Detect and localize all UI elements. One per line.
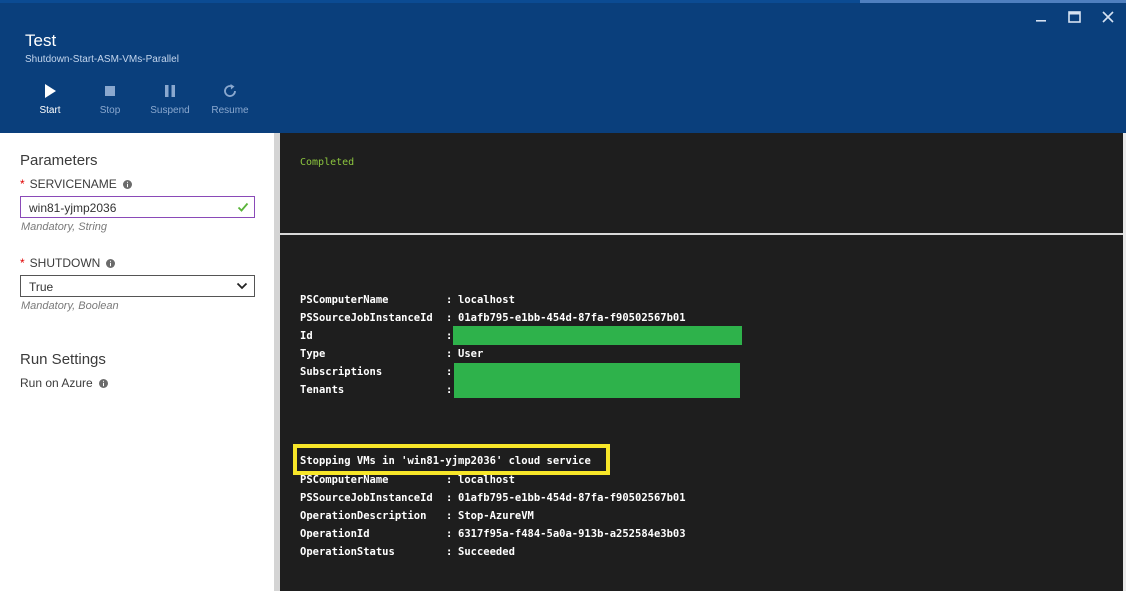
chevron-down-icon (236, 282, 248, 290)
stop-label: Stop (99, 105, 121, 116)
stop-icon (105, 86, 115, 96)
required-marker: * (20, 256, 25, 270)
minimize-button[interactable] (1031, 7, 1051, 27)
output-line: Type: User (300, 348, 484, 360)
output-line: OperationStatus: Succeeded (300, 546, 515, 558)
resume-label: Resume (211, 105, 249, 116)
check-icon (237, 202, 249, 212)
run-settings-heading: Run Settings (20, 351, 106, 368)
suspend-label: Suspend (150, 105, 190, 116)
refresh-icon (224, 84, 236, 97)
resume-button[interactable]: Resume (200, 80, 260, 116)
shutdown-label: SHUTDOWN (29, 256, 101, 270)
maximize-button[interactable] (1064, 7, 1084, 27)
minimize-icon (1036, 20, 1046, 22)
output-line: PSSourceJobInstanceId:01afb795-e1bb-454d… (300, 312, 686, 324)
output-line: Tenants: (300, 384, 453, 396)
start-button[interactable]: Start (20, 80, 80, 116)
stop-message: Stopping VMs in 'win81-yjmp2036' cloud s… (300, 455, 591, 467)
run-on-label: Run on Azure (20, 376, 93, 390)
shutdown-select[interactable]: True (20, 275, 255, 297)
maximize-icon (1067, 11, 1081, 23)
play-icon (45, 84, 56, 98)
servicename-value: win81-yjmp2036 (29, 201, 117, 215)
suspend-button[interactable]: Suspend (140, 80, 200, 116)
servicename-hint: Mandatory, String (21, 221, 108, 233)
start-label: Start (39, 105, 61, 116)
pause-icon (165, 85, 175, 97)
blade-title: Test (25, 31, 57, 50)
blade-subtitle: Shutdown-Start-ASM-VMs-Parallel (25, 54, 179, 65)
output-line: PSComputerName: localhost (300, 294, 515, 306)
output-line: OperationDescription: Stop-AzureVM (300, 510, 534, 522)
info-icon[interactable] (98, 378, 108, 388)
redaction-subscriptions (454, 363, 740, 398)
job-status: Completed (300, 157, 355, 168)
parameters-heading: Parameters (20, 152, 98, 169)
required-marker: * (20, 177, 25, 191)
output-line: OperationId:6317f95a-f484-5a0a-913b-a252… (300, 528, 686, 540)
output-status-pane (280, 133, 1126, 233)
info-icon[interactable] (106, 258, 116, 268)
output-line: PSSourceJobInstanceId:01afb795-e1bb-454d… (300, 492, 686, 504)
run-on-azure-row: Run on Azure (20, 376, 108, 390)
shutdown-hint: Mandatory, Boolean (21, 300, 119, 312)
output-line: Id: (300, 330, 453, 342)
servicename-input[interactable]: win81-yjmp2036 (20, 196, 255, 218)
servicename-label-row: * SERVICENAME (20, 177, 132, 191)
output-line: PSComputerName: localhost (300, 474, 515, 486)
output-line: Subscriptions: (300, 366, 453, 378)
servicename-label: SERVICENAME (29, 177, 117, 191)
stop-button[interactable]: Stop (80, 80, 140, 116)
close-icon (1102, 11, 1114, 23)
redaction-id (453, 326, 742, 345)
close-button[interactable] (1098, 7, 1118, 27)
header-top-accent (860, 0, 1126, 3)
blade-header: Test Shutdown-Start-ASM-VMs-Parallel Sta… (0, 0, 1126, 133)
info-icon[interactable] (122, 179, 132, 189)
shutdown-label-row: * SHUTDOWN (20, 256, 116, 270)
shutdown-value: True (29, 280, 54, 294)
